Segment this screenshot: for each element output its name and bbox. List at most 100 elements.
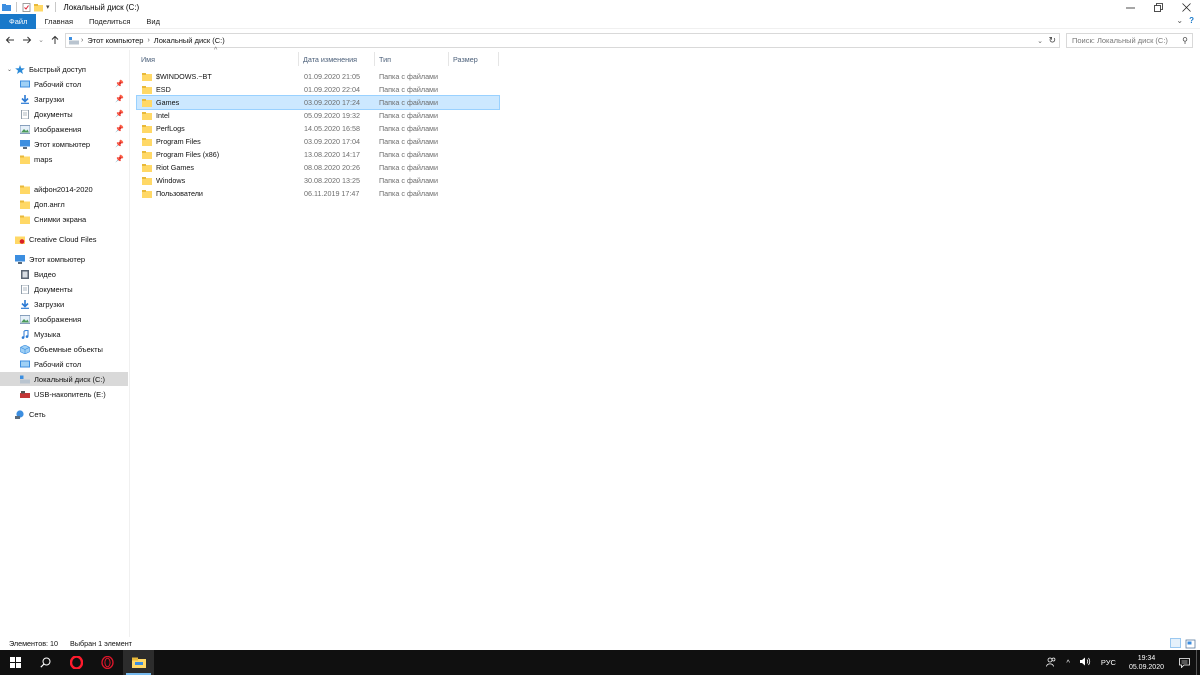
tab-view[interactable]: Вид [138, 14, 168, 29]
file-row[interactable]: Windows 30.08.2020 13:25 Папка с файлами [137, 174, 499, 187]
pin-icon[interactable]: 📌 [115, 95, 124, 103]
file-row[interactable]: ESD 01.09.2020 22:04 Папка с файлами [137, 83, 499, 96]
nav-item-dop-angl[interactable]: Доп.англ [0, 197, 128, 211]
opera-gx-icon [101, 656, 114, 669]
folder-icon [142, 189, 152, 198]
show-desktop-button[interactable] [1196, 650, 1200, 675]
expand-ribbon-icon[interactable]: ⌄ [1176, 16, 1183, 25]
file-name-cell[interactable]: Riot Games [137, 163, 303, 172]
volume-icon[interactable] [1075, 657, 1096, 668]
breadcrumb-this-pc[interactable]: Этот компьютер [83, 36, 147, 45]
nav-item-music[interactable]: Музыка [0, 327, 128, 341]
clock-time: 19:34 [1137, 654, 1156, 662]
nav-item-desktop[interactable]: Рабочий стол 📌 [0, 77, 128, 91]
file-row[interactable]: Games 03.09.2020 17:24 Папка с файлами [136, 95, 500, 110]
breadcrumb-local-disk[interactable]: Локальный диск (C:) [150, 36, 229, 45]
file-row[interactable]: Program Files (x86) 13.08.2020 14:17 Папка… [137, 148, 499, 161]
nav-network[interactable]: Сеть [0, 407, 128, 421]
nav-item-local-disk[interactable]: Локальный диск (C:) [0, 372, 128, 386]
customize-toolbar-chevron-icon[interactable]: ▾ [46, 3, 50, 11]
selection-count: Выбран 1 элемент [70, 638, 132, 648]
details-view-button[interactable] [1170, 638, 1181, 648]
refresh-icon[interactable]: ↻ [1048, 35, 1056, 46]
nav-quick-access[interactable]: ⌄ Быстрый доступ [0, 62, 128, 76]
nav-item-video[interactable]: Видео [0, 267, 128, 281]
file-name-cell[interactable]: PerfLogs [137, 124, 303, 133]
file-row[interactable]: Пользователи 06.11.2019 17:47 Папка с файл… [137, 187, 499, 200]
large-icons-view-button[interactable] [1184, 638, 1196, 649]
file-row[interactable]: $WINDOWS.~BT 01.09.2020 21:05 Папка с файл… [137, 70, 499, 83]
properties-icon[interactable] [22, 2, 31, 12]
nav-item-pc-documents[interactable]: Документы [0, 282, 128, 296]
nav-creative-cloud[interactable]: Creative Cloud Files [0, 232, 128, 246]
input-language[interactable]: РУС [1096, 658, 1121, 667]
pin-icon[interactable]: 📌 [115, 80, 124, 88]
tab-file[interactable]: Файл [0, 13, 37, 29]
nav-item-pc-downloads[interactable]: Загрузки [0, 297, 128, 311]
column-header-type[interactable]: Тип [375, 52, 449, 66]
opera-taskbar-button[interactable] [61, 650, 92, 675]
pin-icon[interactable]: 📌 [115, 125, 124, 133]
pin-icon[interactable]: 📌 [115, 140, 124, 148]
search-input[interactable]: Поиск: Локальный диск (C:) ⚲ [1066, 33, 1193, 48]
nav-item-pc-desktop[interactable]: Рабочий стол [0, 357, 128, 371]
nav-item-this-pc-pinned[interactable]: Этот компьютер 📌 [0, 137, 128, 151]
minimize-button[interactable] [1116, 0, 1144, 14]
address-bar[interactable]: › Этот компьютер › Локальный диск (C:) ⌄… [65, 33, 1060, 48]
nav-label: Этот компьютер [34, 139, 91, 149]
tab-home[interactable]: Главная [36, 14, 81, 29]
file-row[interactable]: Intel 05.09.2020 19:32 Папка с файлами [137, 109, 499, 122]
show-hidden-icons-chevron-icon[interactable]: ^ [1061, 658, 1075, 667]
opera-icon [70, 656, 83, 669]
folder-icon [142, 72, 152, 81]
recent-locations-button[interactable]: ⌄ [37, 33, 45, 47]
file-type: Папка с файлами [379, 163, 439, 172]
nav-item-usb-drive[interactable]: USB-накопитель (E:) [0, 387, 128, 401]
nav-item-maps[interactable]: maps 📌 [0, 152, 128, 166]
file-name-cell[interactable]: Program Files [137, 137, 303, 146]
search-button[interactable] [30, 650, 61, 675]
nav-item-pictures[interactable]: Изображения 📌 [0, 122, 128, 136]
file-name-cell[interactable]: Пользователи [137, 189, 303, 198]
notifications-button[interactable] [1172, 657, 1196, 668]
address-dropdown-icon[interactable]: ⌄ [1037, 37, 1043, 45]
forward-button[interactable] [20, 33, 34, 47]
back-button[interactable] [3, 33, 17, 47]
nav-item-iphone-folder[interactable]: айфон2014-2020 [0, 182, 128, 196]
pin-icon[interactable]: 📌 [115, 110, 124, 118]
nav-item-downloads[interactable]: Загрузки 📌 [0, 92, 128, 106]
column-header-date[interactable]: Дата изменения [299, 52, 375, 66]
chevron-down-icon[interactable]: ⌄ [7, 66, 12, 73]
nav-this-pc[interactable]: Этот компьютер [0, 252, 128, 266]
nav-item-pc-pictures[interactable]: Изображения [0, 312, 128, 326]
new-folder-icon[interactable] [34, 3, 43, 12]
file-name-cell[interactable]: Games [137, 98, 303, 107]
up-button[interactable] [48, 33, 62, 47]
file-name-cell[interactable]: $WINDOWS.~BT [137, 72, 303, 81]
file-explorer-taskbar-button[interactable] [123, 650, 154, 675]
close-button[interactable] [1172, 0, 1200, 14]
start-button[interactable] [0, 650, 30, 675]
explorer-app-icon[interactable] [2, 3, 11, 12]
file-name-cell[interactable]: Intel [137, 111, 303, 120]
nav-item-screenshots[interactable]: Снимки экрана [0, 212, 128, 226]
people-icon[interactable] [1041, 657, 1061, 669]
column-headers: Имя Дата изменения Тип Размер [137, 52, 502, 66]
help-icon[interactable]: ? [1189, 16, 1194, 25]
nav-item-documents[interactable]: Документы 📌 [0, 107, 128, 121]
file-name-cell[interactable]: Windows [137, 176, 303, 185]
restore-button[interactable] [1144, 0, 1172, 14]
opera-gx-taskbar-button[interactable] [92, 650, 123, 675]
nav-item-3d-objects[interactable]: Объемные объекты [0, 342, 128, 356]
file-row[interactable]: Riot Games 08.08.2020 20:26 Папка с файлам… [137, 161, 499, 174]
file-name-cell[interactable]: Program Files (x86) [137, 150, 303, 159]
pin-icon[interactable]: 📌 [115, 155, 124, 163]
clock[interactable]: 19:34 05.09.2020 [1121, 654, 1172, 672]
file-row[interactable]: PerfLogs 14.05.2020 16:58 Папка с файлами [137, 122, 499, 135]
nav-pane-divider[interactable] [129, 50, 130, 637]
column-header-name[interactable]: Имя [137, 52, 299, 66]
file-row[interactable]: Program Files 03.09.2020 17:04 Папка с фай… [137, 135, 499, 148]
tab-share[interactable]: Поделиться [81, 14, 138, 29]
file-name-cell[interactable]: ESD [137, 85, 303, 94]
column-header-size[interactable]: Размер [449, 52, 499, 66]
